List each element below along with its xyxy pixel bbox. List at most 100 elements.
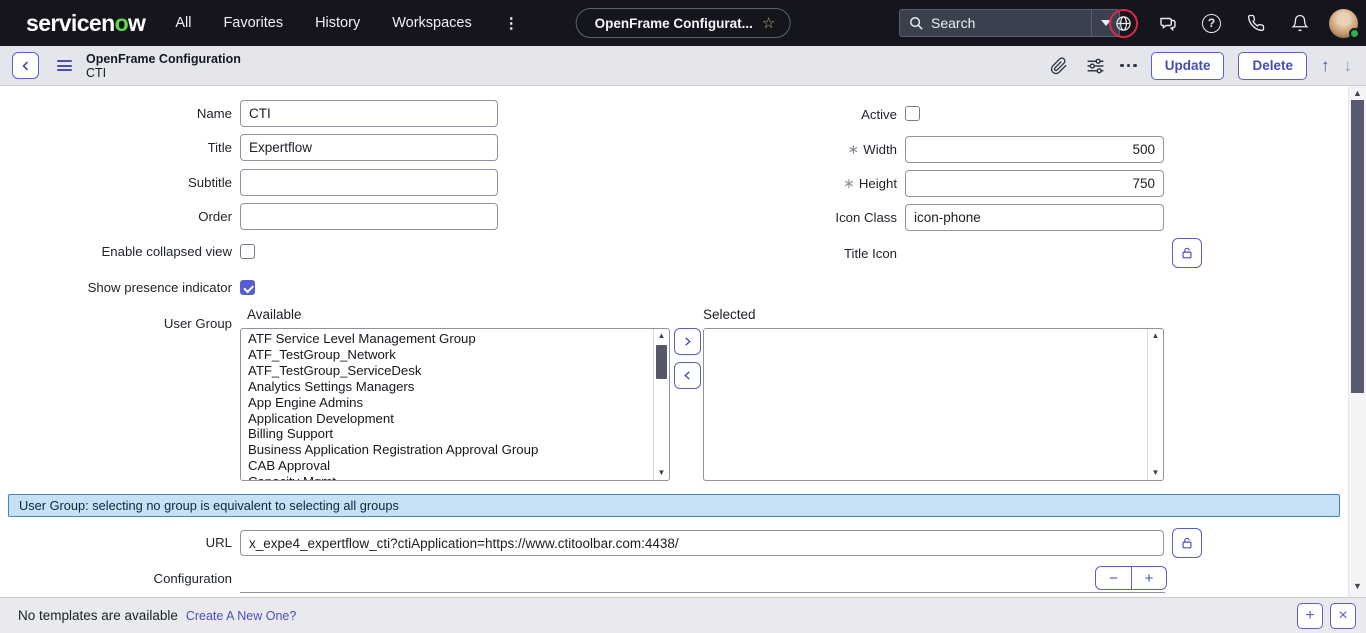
increase-button[interactable]: + <box>1131 567 1166 589</box>
url-lock-button[interactable] <box>1172 528 1202 558</box>
add-template-button[interactable]: + <box>1297 603 1323 629</box>
page-scrollbar-thumb[interactable] <box>1351 100 1364 393</box>
show-presence-indicator-checkbox[interactable] <box>240 280 255 295</box>
form-toolbar: OpenFrame Configuration CTI Update Delet… <box>0 46 1366 86</box>
list-item[interactable]: ATF_TestGroup_Network <box>241 347 653 363</box>
enable-collapsed-view-checkbox[interactable] <box>240 244 255 259</box>
nav-all[interactable]: All <box>175 15 191 31</box>
title-label: Title <box>0 134 232 161</box>
search-input[interactable] <box>931 15 1091 31</box>
available-list-scrollbar[interactable]: ▲ ▼ <box>653 329 669 480</box>
icon-class-label: Icon Class <box>640 204 897 231</box>
more-options-icon[interactable] <box>1120 64 1137 68</box>
title-icon-label: Title Icon <box>640 246 897 261</box>
list-item[interactable]: Analytics Settings Managers <box>241 379 653 395</box>
user-avatar[interactable] <box>1329 9 1358 38</box>
selected-list-scrollbar[interactable]: ▲ ▼ <box>1147 329 1163 480</box>
mandatory-icon: ∗ <box>848 141 860 157</box>
order-input[interactable] <box>240 203 498 230</box>
record-name-label: CTI <box>86 66 241 80</box>
scrollbar-thumb[interactable] <box>656 345 667 379</box>
page-scrollbar[interactable]: ▲ ▼ <box>1348 86 1366 597</box>
previous-record-icon[interactable]: ↑ <box>1321 57 1330 74</box>
context-pill-label: OpenFrame Configurat... <box>595 16 753 31</box>
selected-listbox[interactable]: ▲ ▼ <box>703 328 1164 481</box>
nav-history[interactable]: History <box>315 15 360 31</box>
list-item[interactable]: Billing Support <box>241 426 653 442</box>
search-icon <box>909 16 924 31</box>
list-item[interactable]: Capacity Mgmt <box>241 474 653 480</box>
configuration-label: Configuration <box>0 571 232 586</box>
icon-class-input[interactable] <box>905 204 1164 231</box>
back-button[interactable] <box>12 52 39 79</box>
phone-icon[interactable] <box>1241 9 1270 38</box>
subtitle-label: Subtitle <box>0 169 232 196</box>
show-presence-indicator-label: Show presence indicator <box>0 280 232 295</box>
more-menu-icon[interactable]: ⋮ <box>504 14 519 32</box>
scroll-down-icon[interactable]: ▼ <box>658 466 666 480</box>
available-listbox[interactable]: ATF Service Level Management GroupATF_Te… <box>240 328 670 481</box>
subtitle-input[interactable] <box>240 169 498 196</box>
move-right-button[interactable] <box>674 328 701 355</box>
title-input[interactable] <box>240 134 498 161</box>
form-context-menu-icon[interactable] <box>57 60 72 71</box>
delete-button[interactable]: Delete <box>1238 52 1307 80</box>
scroll-up-icon[interactable]: ▲ <box>1353 86 1362 100</box>
url-input[interactable] <box>240 530 1164 556</box>
title-icon-lock-button[interactable] <box>1172 238 1202 268</box>
user-group-label: User Group <box>0 316 232 331</box>
scroll-up-icon[interactable]: ▲ <box>1152 329 1160 343</box>
active-checkbox[interactable] <box>905 106 920 121</box>
list-item[interactable]: CAB Approval <box>241 458 653 474</box>
list-item[interactable]: Application Development <box>241 411 653 427</box>
chat-icon[interactable] <box>1153 9 1182 38</box>
mandatory-icon: ∗ <box>843 175 855 191</box>
active-label: Active <box>640 107 897 122</box>
enable-collapsed-view-label: Enable collapsed view <box>0 244 232 259</box>
help-icon[interactable]: ? <box>1197 9 1226 38</box>
notifications-bell-icon[interactable] <box>1285 9 1314 38</box>
top-header: servicenow All Favorites History Workspa… <box>0 0 1366 46</box>
selected-header: Selected <box>703 307 756 322</box>
no-templates-message: No templates are available <box>18 608 178 623</box>
nav-favorites[interactable]: Favorites <box>223 15 283 31</box>
height-label: ∗Height <box>640 170 897 197</box>
width-input[interactable] <box>905 136 1164 163</box>
user-group-info-message: User Group: selecting no group is equiva… <box>8 494 1340 517</box>
next-record-icon[interactable]: ↓ <box>1344 57 1353 74</box>
search-box[interactable] <box>899 9 1120 37</box>
move-left-button[interactable] <box>674 362 701 389</box>
height-input[interactable] <box>905 170 1164 197</box>
update-button[interactable]: Update <box>1151 52 1225 80</box>
scroll-down-icon[interactable]: ▼ <box>1152 466 1160 480</box>
servicenow-logo[interactable]: servicenow <box>26 10 145 37</box>
list-item[interactable]: Business Application Registration Approv… <box>241 442 653 458</box>
name-label: Name <box>0 100 232 127</box>
create-new-template-link[interactable]: Create A New One? <box>186 609 296 623</box>
name-input[interactable] <box>240 100 498 127</box>
order-label: Order <box>0 203 232 230</box>
list-item[interactable]: ATF Service Level Management Group <box>241 331 653 347</box>
list-item[interactable]: App Engine Admins <box>241 395 653 411</box>
nav-workspaces[interactable]: Workspaces <box>392 15 472 31</box>
scroll-down-icon[interactable]: ▼ <box>1353 579 1362 593</box>
lock-icon <box>1180 536 1194 550</box>
chevron-left-icon <box>682 370 693 381</box>
list-item[interactable]: ATF_TestGroup_ServiceDesk <box>241 363 653 379</box>
presence-status-dot <box>1349 28 1360 39</box>
context-pill[interactable]: OpenFrame Configurat... ☆ <box>576 8 791 38</box>
templates-footer: No templates are available Create A New … <box>0 597 1366 633</box>
main-nav: All Favorites History Workspaces ⋮ <box>175 14 518 32</box>
favorite-star-icon[interactable]: ☆ <box>762 14 775 32</box>
record-title: OpenFrame Configuration CTI <box>86 52 241 80</box>
personalize-form-sliders-icon[interactable] <box>1084 55 1106 77</box>
close-panel-button[interactable]: × <box>1330 603 1356 629</box>
header-icon-cluster: ? <box>1109 0 1358 46</box>
scroll-up-icon[interactable]: ▲ <box>658 329 666 343</box>
available-header: Available <box>247 307 302 322</box>
decrease-button[interactable]: − <box>1096 567 1131 589</box>
attachment-paperclip-icon[interactable] <box>1048 55 1070 77</box>
configuration-stepper: − + <box>1095 566 1167 590</box>
globe-icon[interactable] <box>1109 9 1138 38</box>
toolbar-actions: Update Delete ↑ ↓ <box>1048 52 1352 80</box>
